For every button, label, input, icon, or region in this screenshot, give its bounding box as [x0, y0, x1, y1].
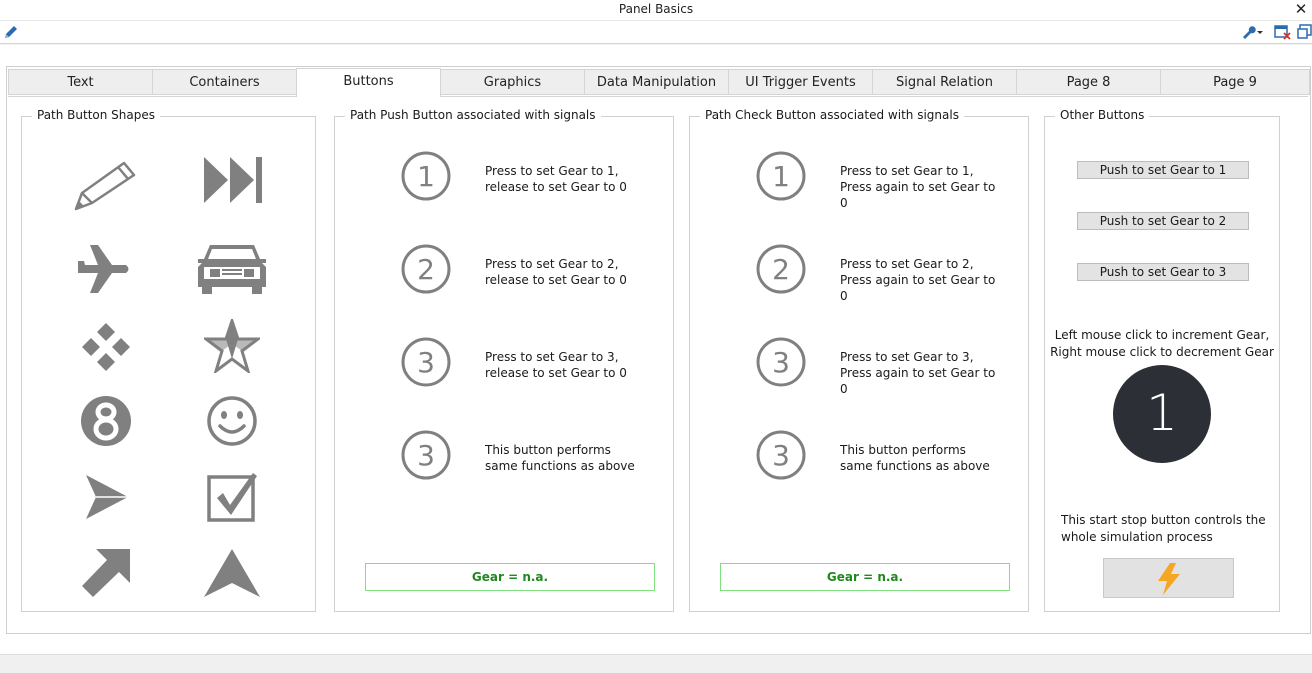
checkbox-icon[interactable]: [206, 471, 258, 523]
push-gear-3-button[interactable]: Push to set Gear to 3: [1077, 263, 1249, 281]
tab-text[interactable]: Text: [8, 69, 153, 95]
push-button-gear-3-label: Press to set Gear to 3, release to set G…: [485, 350, 627, 380]
push-gear-2-button[interactable]: Push to set Gear to 2: [1077, 212, 1249, 230]
car-icon[interactable]: [194, 241, 270, 295]
tab-page-8[interactable]: Page 8: [1016, 69, 1161, 95]
svg-text:2: 2: [772, 253, 790, 286]
check-button-gear-1[interactable]: 1: [756, 151, 806, 201]
check-button-gear-3[interactable]: 3: [756, 337, 806, 387]
svg-text:3: 3: [772, 346, 790, 379]
check-button-gear-3-alt-label: This button performs same functions as a…: [840, 443, 990, 473]
svg-text:1: 1: [417, 160, 435, 193]
check-gear-status: Gear = n.a.: [720, 563, 1010, 591]
svg-text:3: 3: [772, 439, 790, 472]
diamond-cluster-icon[interactable]: [80, 321, 132, 373]
group-path-check-button: Path Check Button associated with signal…: [689, 108, 1029, 612]
tab-page-9[interactable]: Page 9: [1160, 69, 1310, 95]
tab-signal-relation[interactable]: Signal Relation: [872, 69, 1017, 95]
smiley-icon[interactable]: [206, 395, 258, 447]
toolbar-spacer: [0, 44, 1312, 63]
airplane-icon[interactable]: [76, 243, 132, 295]
push-button-gear-1-label: Press to set Gear to 1, release to set G…: [485, 164, 627, 194]
check-button-gear-1-label: Press to set Gear to 1, Press again to s…: [840, 164, 996, 210]
number-8-icon[interactable]: [80, 395, 132, 447]
svg-text:1: 1: [772, 160, 790, 193]
window-undock-icon[interactable]: [1297, 24, 1312, 40]
group-path-button-shapes: Path Button Shapes: [21, 108, 316, 612]
check-button-gear-3-label: Press to set Gear to 3, Press again to s…: [840, 350, 996, 396]
push-gear-1-button[interactable]: Push to set Gear to 1: [1077, 161, 1249, 179]
push-button-gear-2[interactable]: 2: [401, 244, 451, 294]
tab-containers[interactable]: Containers: [152, 69, 297, 95]
push-button-gear-3-alt-label: This button performs same functions as a…: [485, 443, 635, 473]
tab-bar: Text Containers Buttons Graphics Data Ma…: [8, 68, 1310, 97]
group-title: Path Push Button associated with signals: [345, 108, 601, 122]
push-button-gear-2-label: Press to set Gear to 2, release to set G…: [485, 257, 627, 287]
toolbar: [0, 21, 1312, 44]
startstop-note-line-2: whole simulation process: [1061, 530, 1213, 543]
push-button-gear-3-alt[interactable]: 3: [401, 430, 451, 480]
check-button-gear-3-alt[interactable]: 3: [756, 430, 806, 480]
window-close-icon[interactable]: [1274, 24, 1292, 40]
arrow-up-right-icon[interactable]: [80, 547, 132, 599]
lightning-icon: [1158, 563, 1180, 595]
pencil-icon[interactable]: [3, 24, 19, 40]
push-button-gear-1[interactable]: 1: [401, 151, 451, 201]
status-bar: [0, 654, 1312, 673]
check-button-gear-2[interactable]: 2: [756, 244, 806, 294]
check-button-gear-2-label: Press to set Gear to 2, Press again to s…: [840, 257, 996, 303]
group-title: Path Button Shapes: [32, 108, 161, 122]
navigation-arrow-icon[interactable]: [202, 547, 262, 599]
paper-plane-icon[interactable]: [82, 473, 130, 521]
svg-text:3: 3: [417, 439, 435, 472]
startstop-note-line-1: This start stop button controls the: [1061, 513, 1266, 527]
tab-content-buttons: Path Button Shapes Path Push Button asso…: [8, 96, 1308, 631]
group-other-buttons: Other Buttons Push to set Gear to 1 Push…: [1044, 108, 1280, 612]
mouse-click-note-line-1: Left mouse click to increment Gear,: [1054, 328, 1270, 342]
svg-text:3: 3: [417, 346, 435, 379]
mouse-click-note-line-2: Right mouse click to decrement Gear: [1050, 345, 1274, 359]
group-title: Other Buttons: [1055, 108, 1150, 122]
push-gear-status: Gear = n.a.: [365, 563, 655, 591]
group-title: Path Check Button associated with signal…: [700, 108, 964, 122]
window-title: Panel Basics: [618, 2, 694, 16]
tab-ui-trigger-events[interactable]: UI Trigger Events: [728, 69, 873, 95]
tab-graphics[interactable]: Graphics: [440, 69, 585, 95]
fast-forward-icon[interactable]: [202, 155, 264, 205]
tab-control: Text Containers Buttons Graphics Data Ma…: [6, 66, 1311, 634]
pencil-icon[interactable]: [72, 157, 142, 213]
start-stop-button[interactable]: [1103, 558, 1234, 598]
star-icon[interactable]: [204, 319, 260, 373]
wrench-icon[interactable]: [1240, 24, 1264, 40]
close-icon[interactable]: ✕: [1294, 1, 1308, 17]
push-button-gear-3[interactable]: 3: [401, 337, 451, 387]
svg-text:2: 2: [417, 253, 435, 286]
group-path-push-button: Path Push Button associated with signals…: [334, 108, 674, 612]
gear-increment-button[interactable]: 1: [1113, 365, 1211, 463]
tab-buttons[interactable]: Buttons: [296, 68, 441, 97]
tab-data-manipulation[interactable]: Data Manipulation: [584, 69, 729, 95]
window-title-bar: Panel Basics ✕: [0, 0, 1312, 21]
